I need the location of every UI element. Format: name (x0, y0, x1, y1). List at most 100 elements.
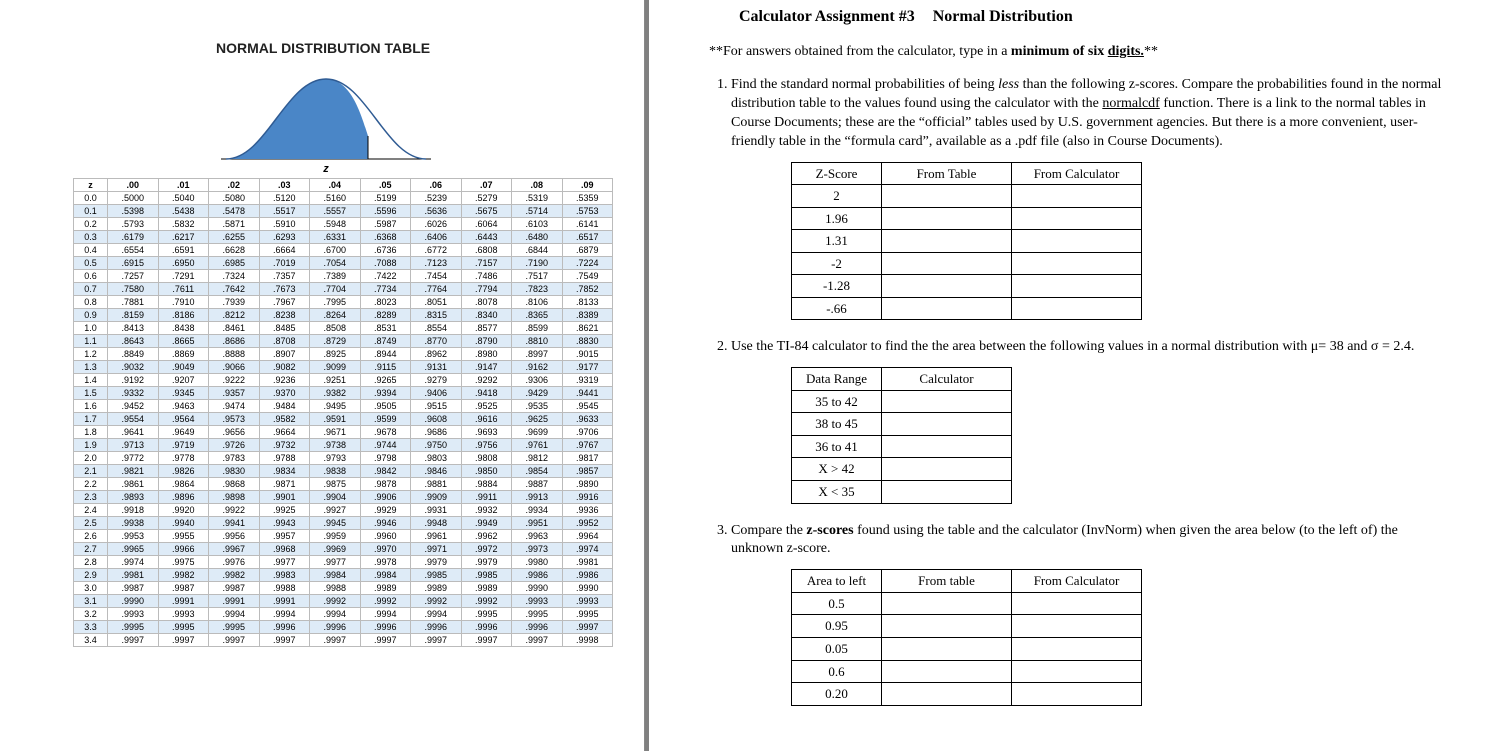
ndt-cell: .9982 (158, 569, 209, 582)
row-label: -2 (792, 252, 882, 275)
ndt-cell: .9994 (360, 608, 411, 621)
ndt-cell: .9850 (461, 465, 512, 478)
ndt-cell: .5596 (360, 205, 411, 218)
questions-list: Find the standard normal probabilities o… (709, 76, 1459, 706)
ndt-cell: .8869 (158, 348, 209, 361)
ndt-cell: .9974 (562, 543, 613, 556)
ndt-cell: .8790 (461, 335, 512, 348)
ndt-cell: .9961 (411, 530, 462, 543)
blank-cell (1012, 660, 1142, 683)
ndt-cell: .7054 (310, 257, 361, 270)
ndt-cell: .6368 (360, 231, 411, 244)
ndt-cell: .5948 (310, 218, 361, 231)
ndt-cell: .5517 (259, 205, 310, 218)
ndt-cell: .9909 (411, 491, 462, 504)
q3-h1: From table (882, 570, 1012, 593)
ndt-cell: .9983 (259, 569, 310, 582)
ndt-cell: .9082 (259, 361, 310, 374)
ndt-cell: .7910 (158, 296, 209, 309)
ndt-cell: .5319 (512, 192, 563, 205)
table-row: 0.05 (792, 637, 1142, 660)
ndt-cell: .8599 (512, 322, 563, 335)
ndt-cell: .9441 (562, 387, 613, 400)
ndt-col-06: .06 (411, 179, 462, 192)
ndt-z-cell: 0.0 (74, 192, 108, 205)
ndt-cell: .8238 (259, 309, 310, 322)
ndt-row: 0.3.6179.6217.6255.6293.6331.6368.6406.6… (74, 231, 613, 244)
blank-cell (1012, 297, 1142, 320)
row-label: 35 to 42 (792, 390, 882, 413)
ndt-cell: .5675 (461, 205, 512, 218)
ndt-cell: .9904 (310, 491, 361, 504)
ndt-cell: .7673 (259, 283, 310, 296)
blank-cell (882, 637, 1012, 660)
ndt-cell: .9279 (411, 374, 462, 387)
ndt-row: 1.8.9641.9649.9656.9664.9671.9678.9686.9… (74, 426, 613, 439)
table-row: 0.5 (792, 592, 1142, 615)
ndt-cell: .9265 (360, 374, 411, 387)
ndt-cell: .7088 (360, 257, 411, 270)
ndt-cell: .6700 (310, 244, 361, 257)
ndt-cell: .7549 (562, 270, 613, 283)
ndt-cell: .9986 (512, 569, 563, 582)
ndt-cell: .7611 (158, 283, 209, 296)
ndt-cell: .5040 (158, 192, 209, 205)
ndt-cell: .8389 (562, 309, 613, 322)
ndt-cell: .8554 (411, 322, 462, 335)
ndt-cell: .9974 (108, 556, 159, 569)
ndt-cell: .8133 (562, 296, 613, 309)
ndt-cell: .9474 (209, 400, 260, 413)
ndt-cell: .9656 (209, 426, 260, 439)
ndt-z-cell: 2.9 (74, 569, 108, 582)
ndt-cell: .9842 (360, 465, 411, 478)
ndt-row: 2.2.9861.9864.9868.9871.9875.9878.9881.9… (74, 478, 613, 491)
ndt-cell: .9890 (562, 478, 613, 491)
ndt-cell: .9207 (158, 374, 209, 387)
ndt-cell: .9995 (209, 621, 260, 634)
blank-cell (1012, 275, 1142, 298)
ndt-col-00: .00 (108, 179, 159, 192)
ndt-cell: .9995 (108, 621, 159, 634)
blank-cell (882, 413, 1012, 436)
ndt-cell: .5398 (108, 205, 159, 218)
ndt-cell: .6664 (259, 244, 310, 257)
blank-cell (882, 683, 1012, 706)
ndt-cell: .5199 (360, 192, 411, 205)
ndt-z-cell: 2.0 (74, 452, 108, 465)
ndt-cell: .6026 (411, 218, 462, 231)
ndt-cell: .9993 (512, 595, 563, 608)
ndt-cell: .6179 (108, 231, 159, 244)
ndt-cell: .8888 (209, 348, 260, 361)
ndt-cell: .9625 (512, 413, 563, 426)
ndt-cell: .7704 (310, 283, 361, 296)
ndt-cell: .8577 (461, 322, 512, 335)
ndt-cell: .8264 (310, 309, 361, 322)
ndt-cell: .9945 (310, 517, 361, 530)
ndt-cell: .9406 (411, 387, 462, 400)
ndt-cell: .9846 (411, 465, 462, 478)
ndt-cell: .9778 (158, 452, 209, 465)
ndt-cell: .9616 (461, 413, 512, 426)
ndt-cell: .8686 (209, 335, 260, 348)
ndt-cell: .8485 (259, 322, 310, 335)
ndt-cell: .9452 (108, 400, 159, 413)
ndt-cell: .9970 (360, 543, 411, 556)
ndt-cell: .6772 (411, 244, 462, 257)
table-row: 0.6 (792, 660, 1142, 683)
ndt-cell: .9997 (108, 634, 159, 647)
ndt-cell: .9649 (158, 426, 209, 439)
ndt-cell: .9878 (360, 478, 411, 491)
ndt-cell: .9821 (108, 465, 159, 478)
row-label: 0.95 (792, 615, 882, 638)
ndt-cell: .8962 (411, 348, 462, 361)
ndt-cell: .9991 (209, 595, 260, 608)
ndt-cell: .5438 (158, 205, 209, 218)
ndt-cell: .9817 (562, 452, 613, 465)
ndt-cell: .7157 (461, 257, 512, 270)
ndt-cell: .9857 (562, 465, 613, 478)
ndt-row: 0.1.5398.5438.5478.5517.5557.5596.5636.5… (74, 205, 613, 218)
ndt-cell: .9896 (158, 491, 209, 504)
ndt-z-cell: 0.9 (74, 309, 108, 322)
ndt-cell: .9934 (512, 504, 563, 517)
ndt-z-cell: 1.6 (74, 400, 108, 413)
